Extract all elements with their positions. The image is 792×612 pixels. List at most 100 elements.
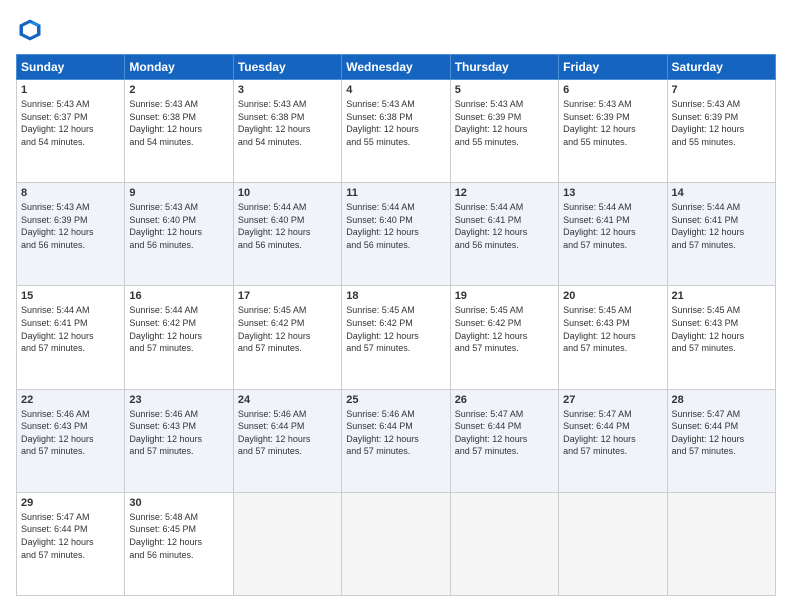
calendar-cell: 12 Sunrise: 5:44 AM Sunset: 6:41 PM Dayli… bbox=[450, 183, 558, 286]
day-number: 4 bbox=[346, 84, 445, 96]
calendar-cell: 1 Sunrise: 5:43 AM Sunset: 6:37 PM Daylig… bbox=[17, 80, 125, 183]
day-info: Sunrise: 5:45 AM Sunset: 6:42 PM Dayligh… bbox=[455, 304, 554, 354]
day-number: 14 bbox=[672, 187, 771, 199]
day-info: Sunrise: 5:44 AM Sunset: 6:40 PM Dayligh… bbox=[238, 201, 337, 251]
day-number: 7 bbox=[672, 84, 771, 96]
calendar-cell: 19Sunrise: 5:45 AM Sunset: 6:42 PM Dayli… bbox=[450, 286, 558, 389]
calendar-cell: 8 Sunrise: 5:43 AM Sunset: 6:39 PM Daylig… bbox=[17, 183, 125, 286]
day-number: 29 bbox=[21, 497, 120, 509]
col-header-tuesday: Tuesday bbox=[233, 55, 341, 80]
day-info: Sunrise: 5:45 AM Sunset: 6:42 PM Dayligh… bbox=[238, 304, 337, 354]
day-info: Sunrise: 5:44 AM Sunset: 6:41 PM Dayligh… bbox=[563, 201, 662, 251]
day-info: Sunrise: 5:44 AM Sunset: 6:41 PM Dayligh… bbox=[455, 201, 554, 251]
day-info: Sunrise: 5:43 AM Sunset: 6:37 PM Dayligh… bbox=[21, 98, 120, 148]
day-number: 2 bbox=[129, 84, 228, 96]
calendar-cell: 23 Sunrise: 5:46 AM Sunset: 6:43 PM Dayli… bbox=[125, 389, 233, 492]
day-info: Sunrise: 5:44 AM Sunset: 6:42 PM Dayligh… bbox=[129, 304, 228, 354]
calendar-cell: 20 Sunrise: 5:45 AM Sunset: 6:43 PM Dayli… bbox=[559, 286, 667, 389]
calendar-cell: 24Sunrise: 5:46 AM Sunset: 6:44 PM Dayli… bbox=[233, 389, 341, 492]
day-info: Sunrise: 5:46 AM Sunset: 6:44 PM Dayligh… bbox=[238, 408, 337, 458]
day-info: Sunrise: 5:46 AM Sunset: 6:43 PM Dayligh… bbox=[21, 408, 120, 458]
calendar-cell: 18 Sunrise: 5:45 AM Sunset: 6:42 PM Dayli… bbox=[342, 286, 450, 389]
calendar-cell: 4 Sunrise: 5:43 AM Sunset: 6:38 PM Daylig… bbox=[342, 80, 450, 183]
day-number: 8 bbox=[21, 187, 120, 199]
col-header-sunday: Sunday bbox=[17, 55, 125, 80]
calendar-cell: 3Sunrise: 5:43 AM Sunset: 6:38 PM Daylig… bbox=[233, 80, 341, 183]
calendar-cell: 6Sunrise: 5:43 AM Sunset: 6:39 PM Daylig… bbox=[559, 80, 667, 183]
calendar-cell: 13 Sunrise: 5:44 AM Sunset: 6:41 PM Dayli… bbox=[559, 183, 667, 286]
day-info: Sunrise: 5:48 AM Sunset: 6:45 PM Dayligh… bbox=[129, 511, 228, 561]
day-info: Sunrise: 5:47 AM Sunset: 6:44 PM Dayligh… bbox=[21, 511, 120, 561]
day-number: 20 bbox=[563, 290, 662, 302]
day-info: Sunrise: 5:43 AM Sunset: 6:40 PM Dayligh… bbox=[129, 201, 228, 251]
day-number: 13 bbox=[563, 187, 662, 199]
calendar-cell: 28 Sunrise: 5:47 AM Sunset: 6:44 PM Dayli… bbox=[667, 389, 775, 492]
calendar-week-3: 15 Sunrise: 5:44 AM Sunset: 6:41 PM Dayli… bbox=[17, 286, 776, 389]
day-number: 22 bbox=[21, 394, 120, 406]
day-info: Sunrise: 5:45 AM Sunset: 6:43 PM Dayligh… bbox=[563, 304, 662, 354]
day-number: 15 bbox=[21, 290, 120, 302]
calendar-cell bbox=[233, 492, 341, 595]
col-header-wednesday: Wednesday bbox=[342, 55, 450, 80]
day-info: Sunrise: 5:47 AM Sunset: 6:44 PM Dayligh… bbox=[672, 408, 771, 458]
calendar-cell: 22 Sunrise: 5:46 AM Sunset: 6:43 PM Dayli… bbox=[17, 389, 125, 492]
day-number: 30 bbox=[129, 497, 228, 509]
calendar-cell: 15 Sunrise: 5:44 AM Sunset: 6:41 PM Dayli… bbox=[17, 286, 125, 389]
day-number: 16 bbox=[129, 290, 228, 302]
day-info: Sunrise: 5:44 AM Sunset: 6:41 PM Dayligh… bbox=[21, 304, 120, 354]
day-info: Sunrise: 5:43 AM Sunset: 6:39 PM Dayligh… bbox=[21, 201, 120, 251]
calendar-cell: 30 Sunrise: 5:48 AM Sunset: 6:45 PM Dayli… bbox=[125, 492, 233, 595]
calendar-cell bbox=[342, 492, 450, 595]
day-info: Sunrise: 5:43 AM Sunset: 6:38 PM Dayligh… bbox=[346, 98, 445, 148]
day-number: 11 bbox=[346, 187, 445, 199]
day-number: 17 bbox=[238, 290, 337, 302]
calendar-cell: 25 Sunrise: 5:46 AM Sunset: 6:44 PM Dayli… bbox=[342, 389, 450, 492]
calendar-table: SundayMondayTuesdayWednesdayThursdayFrid… bbox=[16, 54, 776, 596]
col-header-monday: Monday bbox=[125, 55, 233, 80]
header bbox=[16, 16, 776, 44]
day-info: Sunrise: 5:47 AM Sunset: 6:44 PM Dayligh… bbox=[455, 408, 554, 458]
col-header-friday: Friday bbox=[559, 55, 667, 80]
day-info: Sunrise: 5:46 AM Sunset: 6:43 PM Dayligh… bbox=[129, 408, 228, 458]
calendar-cell: 26 Sunrise: 5:47 AM Sunset: 6:44 PM Dayli… bbox=[450, 389, 558, 492]
calendar-cell: 7 Sunrise: 5:43 AM Sunset: 6:39 PM Daylig… bbox=[667, 80, 775, 183]
day-info: Sunrise: 5:45 AM Sunset: 6:42 PM Dayligh… bbox=[346, 304, 445, 354]
day-number: 26 bbox=[455, 394, 554, 406]
calendar-cell bbox=[559, 492, 667, 595]
col-header-thursday: Thursday bbox=[450, 55, 558, 80]
col-header-saturday: Saturday bbox=[667, 55, 775, 80]
day-number: 12 bbox=[455, 187, 554, 199]
calendar-week-2: 8 Sunrise: 5:43 AM Sunset: 6:39 PM Daylig… bbox=[17, 183, 776, 286]
logo bbox=[16, 16, 48, 44]
calendar-cell: 17 Sunrise: 5:45 AM Sunset: 6:42 PM Dayli… bbox=[233, 286, 341, 389]
day-number: 28 bbox=[672, 394, 771, 406]
calendar-cell bbox=[667, 492, 775, 595]
day-info: Sunrise: 5:46 AM Sunset: 6:44 PM Dayligh… bbox=[346, 408, 445, 458]
calendar-cell: 5Sunrise: 5:43 AM Sunset: 6:39 PM Daylig… bbox=[450, 80, 558, 183]
day-number: 18 bbox=[346, 290, 445, 302]
calendar-cell: 9Sunrise: 5:43 AM Sunset: 6:40 PM Daylig… bbox=[125, 183, 233, 286]
day-number: 10 bbox=[238, 187, 337, 199]
day-number: 23 bbox=[129, 394, 228, 406]
calendar-cell: 16 Sunrise: 5:44 AM Sunset: 6:42 PM Dayli… bbox=[125, 286, 233, 389]
day-number: 3 bbox=[238, 84, 337, 96]
day-info: Sunrise: 5:43 AM Sunset: 6:39 PM Dayligh… bbox=[563, 98, 662, 148]
calendar-cell: 11Sunrise: 5:44 AM Sunset: 6:40 PM Dayli… bbox=[342, 183, 450, 286]
day-number: 25 bbox=[346, 394, 445, 406]
day-info: Sunrise: 5:47 AM Sunset: 6:44 PM Dayligh… bbox=[563, 408, 662, 458]
day-number: 21 bbox=[672, 290, 771, 302]
calendar-cell: 14 Sunrise: 5:44 AM Sunset: 6:41 PM Dayli… bbox=[667, 183, 775, 286]
calendar-week-1: 1 Sunrise: 5:43 AM Sunset: 6:37 PM Daylig… bbox=[17, 80, 776, 183]
day-number: 27 bbox=[563, 394, 662, 406]
page: SundayMondayTuesdayWednesdayThursdayFrid… bbox=[0, 0, 792, 612]
calendar-cell: 27 Sunrise: 5:47 AM Sunset: 6:44 PM Dayli… bbox=[559, 389, 667, 492]
day-number: 5 bbox=[455, 84, 554, 96]
day-info: Sunrise: 5:44 AM Sunset: 6:41 PM Dayligh… bbox=[672, 201, 771, 251]
calendar-cell: 10 Sunrise: 5:44 AM Sunset: 6:40 PM Dayli… bbox=[233, 183, 341, 286]
day-number: 1 bbox=[21, 84, 120, 96]
calendar-cell: 2 Sunrise: 5:43 AM Sunset: 6:38 PM Daylig… bbox=[125, 80, 233, 183]
calendar-week-4: 22 Sunrise: 5:46 AM Sunset: 6:43 PM Dayli… bbox=[17, 389, 776, 492]
calendar-week-5: 29 Sunrise: 5:47 AM Sunset: 6:44 PM Dayli… bbox=[17, 492, 776, 595]
day-info: Sunrise: 5:43 AM Sunset: 6:39 PM Dayligh… bbox=[672, 98, 771, 148]
day-info: Sunrise: 5:43 AM Sunset: 6:38 PM Dayligh… bbox=[129, 98, 228, 148]
